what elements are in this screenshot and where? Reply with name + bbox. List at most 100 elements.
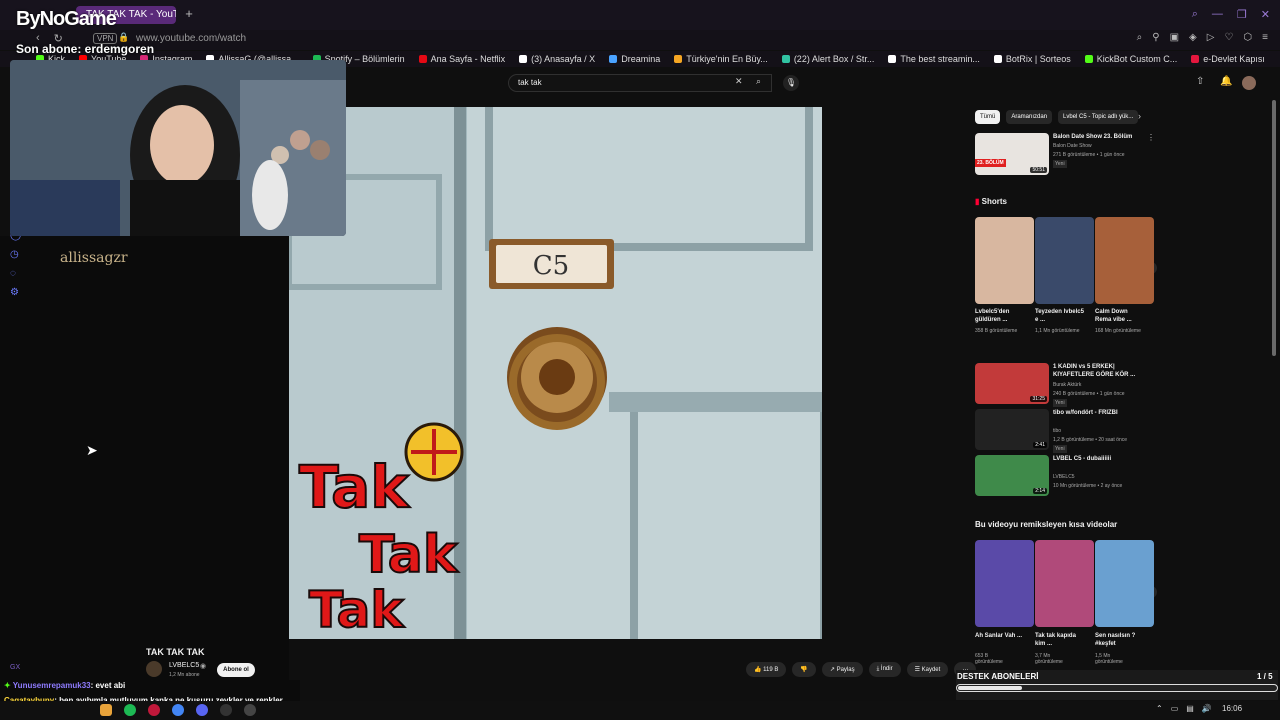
- close-icon[interactable]: ✕: [1261, 8, 1270, 21]
- page-scrollbar[interactable]: [1272, 100, 1276, 356]
- browser-toolbar: ⌕ ⚲ ▣ ◈ ▷ ♡ ⬡ ≡: [1137, 32, 1268, 43]
- upload-icon[interactable]: ⇧: [1196, 76, 1204, 87]
- bell-icon[interactable]: 🔔: [1220, 76, 1232, 87]
- settings-icon[interactable]: ⚙: [10, 287, 21, 298]
- search-icon[interactable]: ⌕: [1192, 8, 1198, 21]
- short-title[interactable]: Teyzeden lvbelc5 e ...: [1035, 308, 1085, 324]
- zoom-icon[interactable]: ⌕: [1137, 32, 1143, 43]
- chat-badge-icon: ✦: [4, 681, 11, 690]
- remix-thumb[interactable]: [975, 540, 1034, 627]
- related-title[interactable]: LVBEL C5 - dubaiiiiii: [1053, 455, 1145, 463]
- channel-avatar[interactable]: [146, 661, 162, 677]
- remix-title[interactable]: Ah Sanlar Vah ...: [975, 632, 1025, 640]
- related-thumb[interactable]: 23. BÖLÜM 50:51: [975, 133, 1049, 175]
- discord-icon[interactable]: [196, 704, 208, 716]
- bookmark-item[interactable]: The best streamin...: [888, 54, 980, 64]
- shorts-header: ▮ Shorts: [975, 197, 1007, 206]
- short-title[interactable]: Lvbelc5'den güldüren ...: [975, 308, 1025, 324]
- shorts-icon[interactable]: ◌: [10, 268, 21, 279]
- bookmark-label: The best streamin...: [900, 54, 980, 64]
- related-thumb[interactable]: 2:41: [975, 409, 1049, 450]
- chevron-up-icon[interactable]: ⌃: [1156, 704, 1163, 713]
- bookmark-item[interactable]: (22) Alert Box / Str...: [781, 54, 874, 64]
- chat-text: : evet abi: [90, 681, 126, 690]
- short-thumb[interactable]: [1035, 217, 1094, 304]
- bookmark-item[interactable]: KickBot Custom C...: [1084, 54, 1177, 64]
- clear-search-icon[interactable]: ✕: [735, 76, 743, 87]
- remix-thumb[interactable]: [1035, 540, 1094, 627]
- screenshot-icon[interactable]: ▣: [1170, 32, 1179, 43]
- short-thumb[interactable]: [975, 217, 1034, 304]
- related-title[interactable]: tibo w/fondört - FRIZBI: [1053, 409, 1145, 417]
- subscribe-button[interactable]: Abone ol: [217, 663, 255, 677]
- related-channel[interactable]: LVBELC5: [1053, 473, 1075, 481]
- bookmark-item[interactable]: e-Devlet Kapısı: [1191, 54, 1265, 64]
- chip-topic[interactable]: Lvbel C5 - Topic adlı yük...: [1058, 110, 1139, 124]
- new-badge: Yeni: [1053, 160, 1067, 168]
- bookmark-item[interactable]: Ana Sayfa - Netflix: [418, 54, 505, 64]
- related-channel[interactable]: Balon Date Show: [1053, 142, 1092, 150]
- bookmark-item[interactable]: BotRix | Sorteos: [993, 54, 1071, 64]
- spotify-icon[interactable]: [124, 704, 136, 716]
- streamer-watermark: allissagzr: [60, 250, 128, 266]
- chevron-right-icon[interactable]: ›: [1138, 111, 1141, 121]
- chip-all[interactable]: Tümü: [975, 110, 1001, 124]
- related-thumb[interactable]: 2:14: [975, 455, 1049, 496]
- bookmark-favicon-icon: [781, 55, 790, 63]
- monitor-icon[interactable]: ▭: [1171, 704, 1179, 713]
- art-word-1: Tak: [299, 453, 410, 521]
- channel-name[interactable]: LVBELC5: [169, 662, 199, 669]
- related-channel[interactable]: tibo: [1053, 427, 1061, 435]
- remix-view-suffix: görüntüleme: [1035, 659, 1063, 665]
- art-word-3: Tak: [309, 581, 405, 639]
- new-badge: Yeni: [1053, 399, 1067, 407]
- folder-icon[interactable]: [100, 704, 112, 716]
- app-icon[interactable]: [244, 704, 256, 716]
- chrome-icon[interactable]: [172, 704, 184, 716]
- save-button[interactable]: ☰ Kaydet: [906, 662, 949, 677]
- search-icon[interactable]: ⌕: [756, 76, 761, 87]
- dislike-button[interactable]: 👎: [792, 662, 816, 677]
- more-icon[interactable]: ⋮: [1147, 133, 1155, 142]
- network-icon[interactable]: ▤: [1186, 704, 1194, 713]
- mouse-cursor-icon: ➤: [86, 442, 98, 458]
- chip-from-search[interactable]: Aramanızdan: [1006, 110, 1053, 124]
- search-input[interactable]: tak tak: [508, 74, 772, 92]
- related-title[interactable]: Balon Date Show 23. Bölüm: [1053, 133, 1143, 141]
- video-player[interactable]: C5 Tak Tak Tak: [289, 107, 822, 639]
- bookmark-item[interactable]: (3) Anasayfa / X: [519, 54, 595, 64]
- heart-icon[interactable]: ♡: [1224, 32, 1233, 43]
- like-button[interactable]: 👍 119 B: [746, 662, 787, 677]
- opera-icon[interactable]: [148, 704, 160, 716]
- new-tab-button[interactable]: +: [182, 7, 196, 21]
- bynogame-logo: ByNoGame: [16, 8, 117, 30]
- share-button[interactable]: ↗ Paylaş: [821, 662, 863, 677]
- account-avatar[interactable]: [1242, 76, 1256, 90]
- remix-title[interactable]: Tak tak kapıda kim ...: [1035, 632, 1085, 648]
- minimize-icon[interactable]: —: [1212, 8, 1223, 21]
- download-button[interactable]: ⤓ İndir: [868, 662, 901, 677]
- microphone-icon[interactable]: 🎙: [783, 75, 799, 91]
- guide-icons: ◯ ◷ ◌ ⚙: [10, 230, 21, 298]
- history-icon[interactable]: ◷: [10, 249, 21, 260]
- short-thumb[interactable]: [1095, 217, 1154, 304]
- cube-icon[interactable]: ◈: [1189, 32, 1197, 43]
- related-thumb[interactable]: 31:25: [975, 363, 1049, 404]
- remix-title[interactable]: Sen nasılsın ? #keşfet: [1095, 632, 1145, 648]
- player-icon[interactable]: ▷: [1207, 32, 1215, 43]
- extensions-icon[interactable]: ⬡: [1243, 32, 1252, 43]
- volume-icon[interactable]: 🔊: [1202, 704, 1212, 713]
- bookmark-item[interactable]: Dreamina: [609, 54, 660, 64]
- pin-icon[interactable]: ⚲: [1152, 32, 1159, 43]
- menu-icon[interactable]: ≡: [1262, 32, 1268, 43]
- remix-view-suffix: görüntüleme: [975, 659, 1003, 665]
- short-title[interactable]: Calm Down Rema vibe ...: [1095, 308, 1145, 324]
- related-title[interactable]: 1 KADIN vs 5 ERKEK| KIYAFETLERE GÖRE KÖR…: [1053, 363, 1145, 379]
- obs-icon[interactable]: [220, 704, 232, 716]
- thumbs-up-icon: 👍: [754, 667, 764, 673]
- remix-thumb[interactable]: [1095, 540, 1154, 627]
- restore-icon[interactable]: ❐: [1237, 8, 1247, 21]
- bookmark-item[interactable]: Türkiye'nin En Büy...: [674, 54, 768, 64]
- remix-view-suffix: görüntüleme: [1095, 659, 1123, 665]
- related-channel[interactable]: Burak Aktürk: [1053, 381, 1081, 389]
